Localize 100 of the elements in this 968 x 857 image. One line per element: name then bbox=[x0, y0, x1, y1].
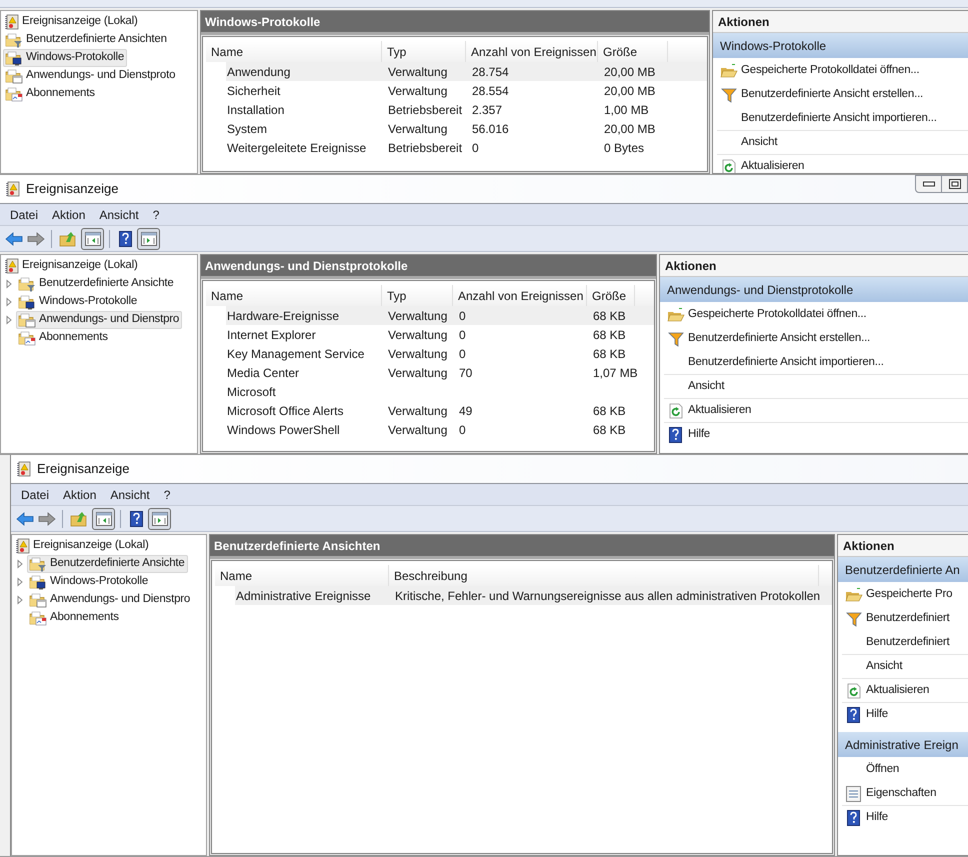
event-viewer-icon bbox=[5, 258, 19, 274]
tree-item[interactable]: Benutzerdefinierte Ansichte bbox=[16, 275, 177, 293]
folder-icon bbox=[5, 50, 23, 66]
table-row[interactable]: System Verwaltung 56.016 20,00 MB bbox=[226, 119, 707, 138]
table-cell-text: 0 Bytes bbox=[604, 140, 644, 156]
help-icon bbox=[118, 230, 132, 246]
tree-item[interactable]: Windows-Protokolle bbox=[27, 573, 152, 591]
action-item[interactable]: Eigenschaften bbox=[842, 782, 968, 805]
action-item[interactable]: Aktualisieren bbox=[664, 399, 968, 422]
show-tree-pane-button[interactable] bbox=[81, 228, 104, 250]
window-title: Ereignisanzeige bbox=[26, 180, 119, 198]
help-icon bbox=[669, 426, 682, 442]
tree-item[interactable]: Abonnements bbox=[3, 85, 98, 103]
table-row[interactable]: Key Management Service Verwaltung 0 68 KB bbox=[226, 344, 654, 363]
action-item[interactable]: Benutzerdefinierte Ansicht erstellen... bbox=[717, 83, 968, 106]
tree-item[interactable]: Abonnements bbox=[16, 329, 111, 347]
tree-item[interactable]: Ereignisanzeige (Lokal) bbox=[14, 537, 152, 555]
filter-icon bbox=[668, 330, 684, 346]
tree-item[interactable]: Windows-Protokolle bbox=[16, 293, 140, 311]
action-item[interactable]: Benutzerdefiniert bbox=[842, 607, 968, 630]
open-folder-icon bbox=[844, 586, 862, 602]
folder-icon bbox=[5, 68, 23, 84]
table-row[interactable]: Installation Betriebsbereit 2.357 1,00 MB bbox=[226, 100, 707, 119]
table-cell-text: 0 bbox=[459, 308, 466, 324]
table-cell-text: Betriebsbereit bbox=[388, 140, 462, 156]
tree-item[interactable]: Benutzerdefinierte Ansichte bbox=[27, 555, 188, 573]
table-cell-text: 0 bbox=[459, 346, 466, 362]
table-row[interactable]: Internet Explorer Verwaltung 0 68 KB bbox=[226, 325, 654, 344]
folder-icon bbox=[18, 294, 36, 310]
table-cell-text: 20,00 MB bbox=[604, 64, 656, 80]
event-viewer-icon bbox=[17, 461, 31, 477]
action-item[interactable]: Ansicht bbox=[717, 131, 968, 154]
show-action-pane-button[interactable] bbox=[148, 508, 171, 530]
table-row[interactable]: Microsoft Office Alerts Verwaltung 49 68 KB bbox=[226, 401, 654, 420]
tree-item[interactable]: Windows-Protokolle bbox=[3, 49, 128, 67]
table-cell-text: 68 KB bbox=[593, 346, 626, 362]
show-action-pane-button[interactable] bbox=[137, 228, 160, 250]
action-group-header[interactable]: Benutzerdefinierte An bbox=[838, 557, 968, 582]
action-item[interactable]: Öffnen bbox=[842, 758, 968, 781]
action-item[interactable]: Hilfe bbox=[664, 423, 968, 446]
action-item[interactable]: Benutzerdefinierte Ansicht importieren... bbox=[717, 107, 968, 130]
menu-item[interactable]: ? bbox=[158, 486, 176, 504]
table-cell-text: 28.754 bbox=[472, 64, 509, 80]
tree-item[interactable]: Ereignisanzeige (Lokal) bbox=[3, 13, 141, 31]
filter-folder-icon bbox=[5, 32, 23, 48]
minimize-button[interactable] bbox=[915, 175, 942, 193]
action-item[interactable]: Ansicht bbox=[842, 655, 968, 678]
menu-item[interactable]: Datei bbox=[4, 206, 44, 224]
actions-header: Aktionen bbox=[660, 255, 968, 277]
action-item[interactable]: Gespeicherte Pro bbox=[842, 583, 968, 606]
action-item[interactable]: Hilfe bbox=[842, 806, 968, 829]
table-row[interactable]: Hardware-Ereignisse Verwaltung 0 68 KB bbox=[226, 306, 654, 325]
action-item[interactable]: Benutzerdefiniert bbox=[842, 631, 968, 654]
menu-item[interactable]: Datei bbox=[15, 486, 56, 504]
pane-icon bbox=[152, 512, 168, 526]
tree-item[interactable]: Abonnements bbox=[27, 609, 122, 627]
tree-item[interactable]: Ereignisanzeige (Lokal) bbox=[3, 257, 141, 275]
action-item[interactable]: Gespeicherte Protokolldatei öffnen... bbox=[717, 59, 968, 82]
pane-header: Benutzerdefinierte Ansichten bbox=[210, 535, 834, 559]
folder-icon bbox=[18, 312, 36, 328]
event-viewer-icon bbox=[5, 14, 19, 30]
action-item[interactable]: Aktualisieren bbox=[842, 679, 968, 702]
action-group-header[interactable]: Administrative Ereign bbox=[838, 732, 968, 757]
action-item[interactable]: Hilfe bbox=[842, 703, 968, 726]
table-cell-text: 1,00 MB bbox=[604, 102, 649, 118]
action-item[interactable]: Aktualisieren bbox=[717, 155, 968, 173]
menu-item[interactable]: Ansicht bbox=[104, 486, 156, 504]
tree-item[interactable]: Anwendungs- und Dienstpro bbox=[16, 311, 182, 329]
table-cell-text: System bbox=[227, 120, 268, 138]
tree-item[interactable]: Benutzerdefinierte Ansichten bbox=[3, 31, 170, 49]
table-cell-text: 2.357 bbox=[472, 102, 502, 118]
folder-up-icon bbox=[70, 510, 88, 526]
menu-item[interactable]: Aktion bbox=[57, 486, 102, 504]
filter-folder-icon bbox=[18, 276, 36, 292]
action-item[interactable]: Ansicht bbox=[664, 375, 968, 398]
menu-item[interactable]: Aktion bbox=[46, 206, 92, 224]
action-group-header[interactable]: Windows-Protokolle bbox=[713, 33, 968, 58]
table-row[interactable]: Anwendung Verwaltung 28.754 20,00 MB bbox=[226, 62, 707, 81]
action-item[interactable]: Benutzerdefinierte Ansicht erstellen... bbox=[664, 327, 968, 350]
table-cell-text: Verwaltung bbox=[388, 120, 448, 138]
pane-icon bbox=[140, 232, 156, 246]
show-tree-pane-button[interactable] bbox=[92, 508, 115, 530]
action-item[interactable]: Benutzerdefinierte Ansicht importieren... bbox=[664, 351, 968, 374]
action-item[interactable]: Gespeicherte Protokolldatei öffnen... bbox=[664, 303, 968, 326]
table-row[interactable]: Microsoft bbox=[226, 382, 654, 401]
table-cell-text: 28.554 bbox=[472, 82, 509, 100]
tree-item[interactable]: Anwendungs- und Dienstproto bbox=[3, 67, 178, 85]
menu-item[interactable]: Ansicht bbox=[93, 206, 145, 224]
table-row[interactable]: Administrative Ereignisse Kritische, Fehler- und Warnungsereignisse aus allen administrativen Protokollen bbox=[235, 586, 832, 605]
table-cell-text: Verwaltung bbox=[388, 422, 448, 438]
table-row[interactable]: Sicherheit Verwaltung 28.554 20,00 MB bbox=[226, 81, 707, 100]
table-row[interactable]: Windows PowerShell Verwaltung 0 68 KB bbox=[226, 420, 654, 439]
table-row[interactable]: Weitergeleitete Ereignisse Betriebsbereit 0 0 Bytes bbox=[226, 138, 707, 157]
action-group-header[interactable]: Anwendungs- und Dienstprotokolle bbox=[660, 277, 968, 302]
maximize-button[interactable] bbox=[942, 175, 968, 193]
tree-item[interactable]: Anwendungs- und Dienstpro bbox=[27, 591, 194, 609]
forward-arrow-icon bbox=[27, 232, 45, 246]
menu-item[interactable]: ? bbox=[146, 206, 166, 224]
folder-icon bbox=[18, 330, 36, 346]
table-row[interactable]: Media Center Verwaltung 70 1,07 MB bbox=[226, 363, 654, 382]
